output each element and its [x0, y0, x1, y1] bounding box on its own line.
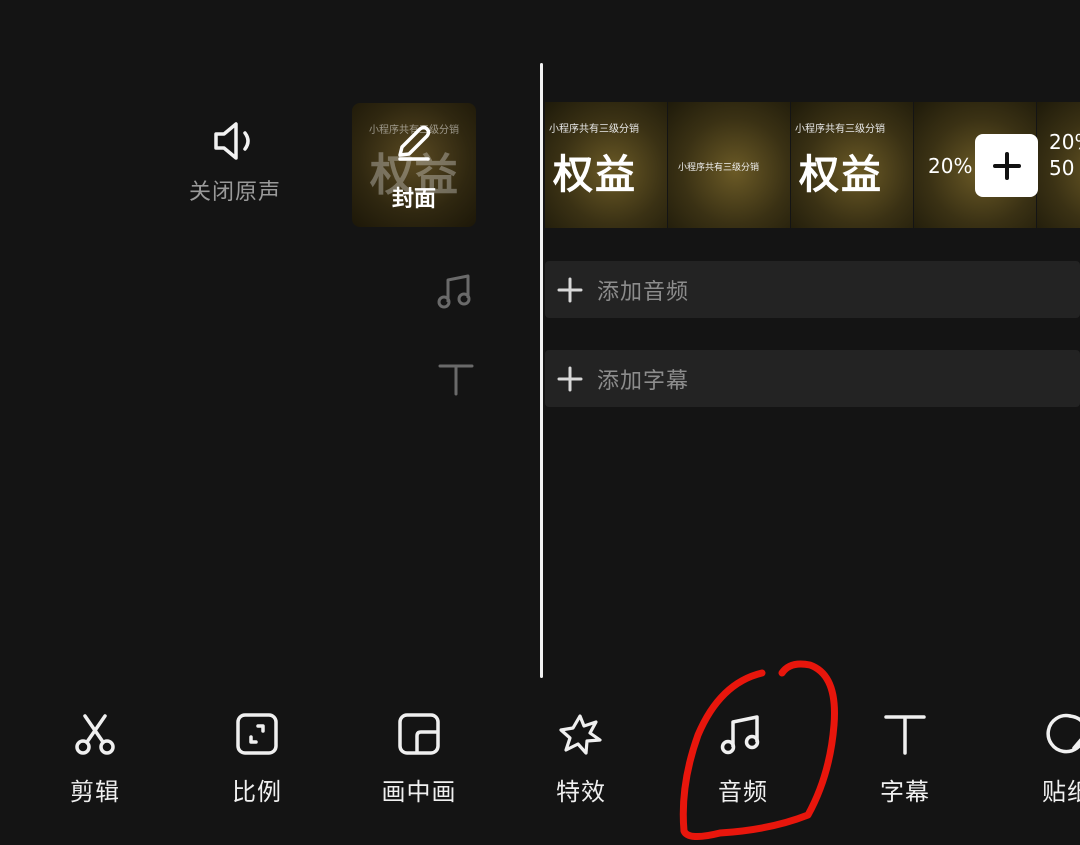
toolbar-subtitle-label: 字幕 [880, 778, 930, 806]
frame-big-text: 权益 [553, 152, 637, 198]
video-frame: 小程序共有三级分销 权益 [545, 102, 667, 228]
sparkle-star-icon [559, 714, 602, 755]
frame-big-text: 权益 [799, 152, 883, 198]
video-frame: 小程序共有三级分销 权益 [791, 102, 913, 228]
red-circle-annotation [679, 660, 838, 840]
frame-mid-text: 小程序共有三级分销 [678, 163, 760, 173]
text-icon [884, 715, 926, 755]
video-frame: 20% 50 [1037, 102, 1080, 228]
add-audio-button[interactable]: 添加音频 [545, 261, 1080, 318]
playhead[interactable] [540, 63, 543, 678]
add-audio-label: 添加音频 [597, 279, 690, 305]
edit-pencil-icon [398, 125, 431, 161]
audio-track-music-icon [437, 274, 471, 309]
toolbar-sticker-button[interactable]: 贴纸 [990, 710, 1080, 807]
add-clip-button[interactable] [975, 134, 1038, 197]
toolbar-effects-label: 特效 [556, 778, 606, 806]
toolbar-sticker-label: 贴纸 [1042, 778, 1080, 806]
subtitle-track-text-icon [438, 364, 474, 396]
plus-icon [557, 366, 583, 391]
picture-in-picture-icon [398, 713, 440, 755]
speaker-icon [214, 122, 250, 160]
frame-percent-text: 20% [928, 154, 973, 178]
cover-label: 封面 [391, 187, 436, 212]
frame-percent-text: 20% [1049, 130, 1080, 154]
plus-icon [992, 151, 1021, 180]
toolbar-effects-button[interactable]: 特效 [511, 710, 651, 807]
frame-small-text: 小程序共有三级分销 [549, 124, 639, 135]
video-frame: 小程序共有三级分销 [668, 102, 790, 228]
toolbar-subtitle-button[interactable]: 字幕 [835, 710, 975, 807]
scissors-icon [75, 714, 115, 755]
frame-small-text: 小程序共有三级分销 [795, 124, 885, 135]
toolbar-edit-label: 剪辑 [70, 778, 120, 806]
cover-button[interactable]: 小程序共有三级分销 权益 封面 [352, 103, 476, 227]
add-subtitle-button[interactable]: 添加字幕 [545, 350, 1080, 407]
toolbar-ratio-button[interactable]: 比例 [187, 710, 327, 807]
sticker-icon [1046, 713, 1080, 754]
toolbar-pip-button[interactable]: 画中画 [349, 710, 489, 807]
toolbar-edit-button[interactable]: 剪辑 [25, 710, 165, 807]
toolbar-pip-label: 画中画 [381, 778, 457, 806]
aspect-ratio-icon [236, 713, 278, 755]
mute-original-audio-button[interactable]: 关闭原声 [180, 118, 290, 218]
mute-original-audio-label: 关闭原声 [188, 180, 281, 205]
plus-icon [557, 277, 583, 302]
add-subtitle-label: 添加字幕 [597, 368, 690, 394]
toolbar-ratio-label: 比例 [232, 778, 282, 806]
frame-percent-text: 50 [1049, 156, 1075, 180]
